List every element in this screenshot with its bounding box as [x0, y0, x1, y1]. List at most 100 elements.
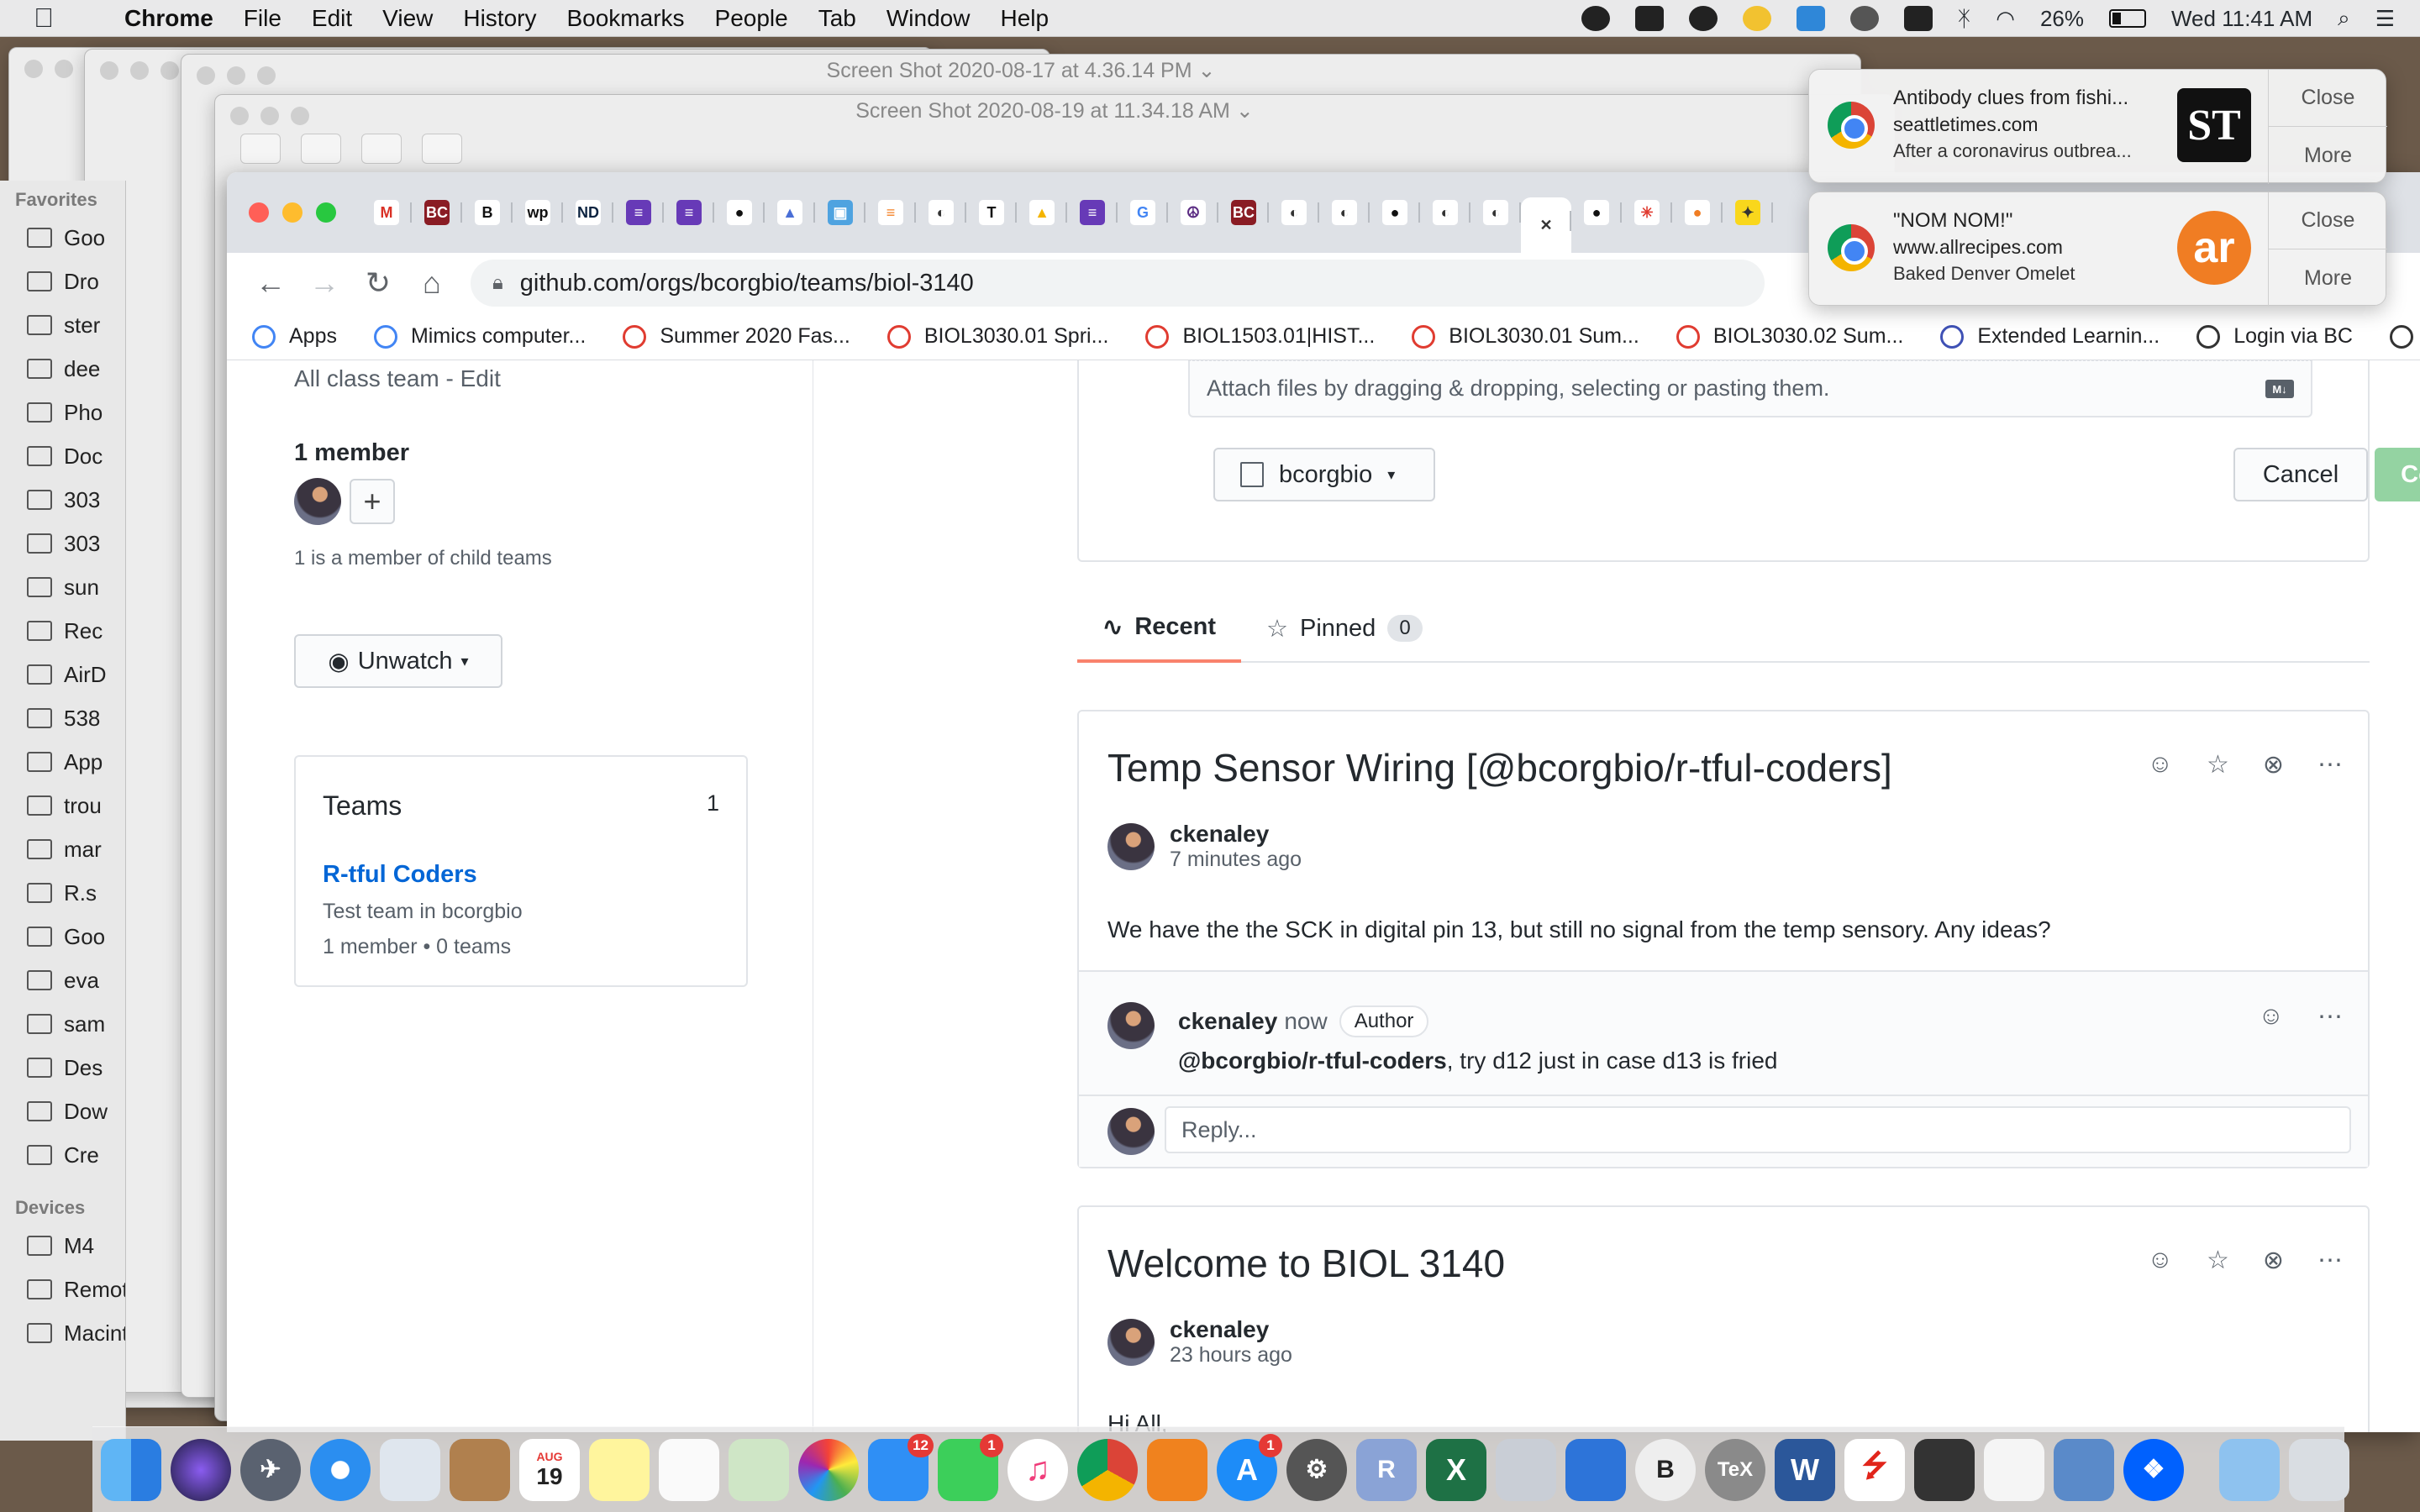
notification-close-button[interactable]: Close: [2269, 192, 2387, 249]
preview-window-title[interactable]: Screen Shot 2020-08-17 at 4.36.14 PM ⌄: [182, 58, 1860, 83]
browser-tab[interactable]: ◐: [1269, 189, 1319, 236]
add-member-button[interactable]: +: [350, 479, 395, 524]
browser-tab[interactable]: ◐: [1319, 189, 1370, 236]
forward-icon[interactable]: →: [297, 258, 351, 308]
tex-icon[interactable]: TeX: [1705, 1438, 1765, 1501]
preview-icon[interactable]: [1496, 1438, 1556, 1501]
apple-menu-icon[interactable]: : [34, 3, 71, 34]
dropbox-status-icon[interactable]: [1634, 6, 1664, 31]
clock[interactable]: Wed 11:41 AM: [2171, 6, 2312, 32]
org-selector[interactable]: bcorgbio ▾: [1213, 448, 1435, 501]
menu-view[interactable]: View: [382, 5, 433, 32]
bookmark-item[interactable]: Extended Learnin...: [1940, 324, 2160, 349]
browser-tab[interactable]: ≡: [1067, 189, 1118, 236]
url-text[interactable]: github.com/orgs/bcorgbio/teams/biol-3140: [520, 270, 974, 297]
display-icon[interactable]: [1796, 6, 1825, 31]
bookmark-item[interactable]: BIOL3030.02 Sum...: [1676, 324, 1903, 349]
browser-tab[interactable]: ▣: [815, 189, 865, 236]
browser-tab[interactable]: ≡: [865, 189, 916, 236]
browser-tab[interactable]: ▲: [1017, 189, 1067, 236]
avatar[interactable]: [1107, 1318, 1155, 1366]
launchpad-icon[interactable]: ✈: [240, 1438, 301, 1501]
acrobat-icon[interactable]: ⭍: [1844, 1438, 1905, 1501]
browser-tab[interactable]: B: [462, 189, 513, 236]
browser-tab[interactable]: ✦: [1723, 189, 1773, 236]
cloud-icon[interactable]: [1688, 6, 1718, 31]
maps-icon[interactable]: [729, 1438, 789, 1501]
browser-tab[interactable]: ☮: [1168, 189, 1218, 236]
unwatch-button[interactable]: ◉ Unwatch ▾: [294, 634, 502, 688]
team-link[interactable]: R-tful Coders: [323, 861, 477, 889]
menu-people[interactable]: People: [715, 5, 788, 32]
finder-item[interactable]: 538: [0, 696, 125, 740]
back-icon[interactable]: ←: [244, 258, 297, 308]
battery-icon[interactable]: [2108, 9, 2146, 28]
notes-icon[interactable]: [589, 1438, 650, 1501]
calendar-icon[interactable]: AUG 19: [519, 1438, 580, 1501]
printer-icon[interactable]: [1914, 1438, 1975, 1501]
app-store-icon[interactable]: A1: [1217, 1433, 1282, 1501]
reload-icon[interactable]: ↻: [351, 258, 405, 308]
bookmark-item[interactable]: BIOL3030.01 Sum...: [1412, 324, 1639, 349]
members-heading[interactable]: 1 member: [294, 439, 409, 467]
menu-window[interactable]: Window: [886, 5, 971, 32]
menu-bookmarks[interactable]: Bookmarks: [566, 5, 684, 32]
tab-pinned[interactable]: ☆ Pinned 0: [1241, 594, 1448, 663]
mute-icon[interactable]: ⊗: [2263, 750, 2284, 780]
s-app-icon[interactable]: [1903, 6, 1933, 31]
finder-item[interactable]: ster: [0, 303, 125, 347]
finder-icon[interactable]: [101, 1438, 161, 1501]
finder-item[interactable]: trou: [0, 784, 125, 827]
finder-item[interactable]: Goo: [0, 216, 125, 260]
markdown-icon[interactable]: M↓: [2265, 380, 2294, 398]
emoji-reaction-icon[interactable]: ☺: [2258, 1002, 2284, 1032]
reply-time[interactable]: now: [1284, 1008, 1327, 1035]
bookmark-item[interactable]: BIOL3030.01 Spri...: [886, 324, 1108, 349]
bookmark-item[interactable]: Lo: [2389, 324, 2420, 349]
avatar[interactable]: [1107, 1108, 1155, 1155]
cancel-button[interactable]: Cancel: [2233, 448, 2368, 501]
browser-tab[interactable]: ≡: [613, 189, 664, 236]
avatar[interactable]: [294, 478, 341, 525]
norton-icon[interactable]: [1742, 6, 1771, 31]
system-preferences-icon[interactable]: ⚙: [1286, 1438, 1347, 1501]
browser-tab[interactable]: G: [1118, 189, 1168, 236]
reply-input[interactable]: Reply...: [1165, 1106, 2351, 1153]
notification-seattletimes[interactable]: Antibody clues from fishi... seattletime…: [1808, 69, 2387, 184]
browser-tab[interactable]: ✕: [1521, 197, 1571, 253]
class-team-link[interactable]: All class team - Edit: [294, 365, 501, 392]
finder-item[interactable]: Pho: [0, 391, 125, 434]
downloads-folder-icon[interactable]: [2219, 1438, 2280, 1501]
team-mention[interactable]: @bcorgbio/r-tful-coders: [1178, 1047, 1447, 1074]
browser-tab[interactable]: ✳: [1622, 189, 1672, 236]
browser-tab[interactable]: ●: [1370, 189, 1420, 236]
bookmark-item[interactable]: Summer 2020 Fas...: [623, 324, 850, 349]
itunes-icon[interactable]: ♫: [1007, 1438, 1068, 1501]
textedit-icon[interactable]: [1984, 1438, 2044, 1501]
notification-center-icon[interactable]: ☰: [2375, 6, 2395, 32]
minimize-window-button[interactable]: [282, 202, 302, 223]
finder-item[interactable]: 303: [0, 522, 125, 565]
browser-tab[interactable]: wp: [513, 189, 563, 236]
finder-item[interactable]: sam: [0, 1002, 125, 1046]
menu-history[interactable]: History: [463, 5, 536, 32]
finder-item[interactable]: Des: [0, 1046, 125, 1089]
zoom-in-icon[interactable]: [361, 134, 402, 164]
finder-item[interactable]: sun: [0, 565, 125, 609]
bluetooth-icon[interactable]: ᛡ: [1958, 6, 1971, 32]
emoji-reaction-icon[interactable]: ☺: [2147, 750, 2173, 780]
finder-item[interactable]: AirD: [0, 653, 125, 696]
finder-item[interactable]: Dro: [0, 260, 125, 303]
author-name[interactable]: ckenaley: [1170, 1316, 1292, 1343]
more-options-icon[interactable]: ⋯: [2317, 1246, 2343, 1275]
bookmark-item[interactable]: Apps: [252, 324, 337, 349]
address-bar[interactable]: 🔒︎ github.com/orgs/bcorgbio/teams/biol-3…: [471, 260, 1765, 307]
post-title[interactable]: Welcome to BIOL 3140: [1107, 1241, 1505, 1286]
zoom-out-icon[interactable]: [301, 134, 341, 164]
lock-icon[interactable]: 🔒︎: [492, 271, 503, 295]
menu-file[interactable]: File: [244, 5, 281, 32]
finder-item[interactable]: Doc: [0, 434, 125, 478]
books-icon[interactable]: [1147, 1438, 1207, 1501]
finder-item[interactable]: mar: [0, 827, 125, 871]
finder-item[interactable]: Cre: [0, 1133, 125, 1177]
